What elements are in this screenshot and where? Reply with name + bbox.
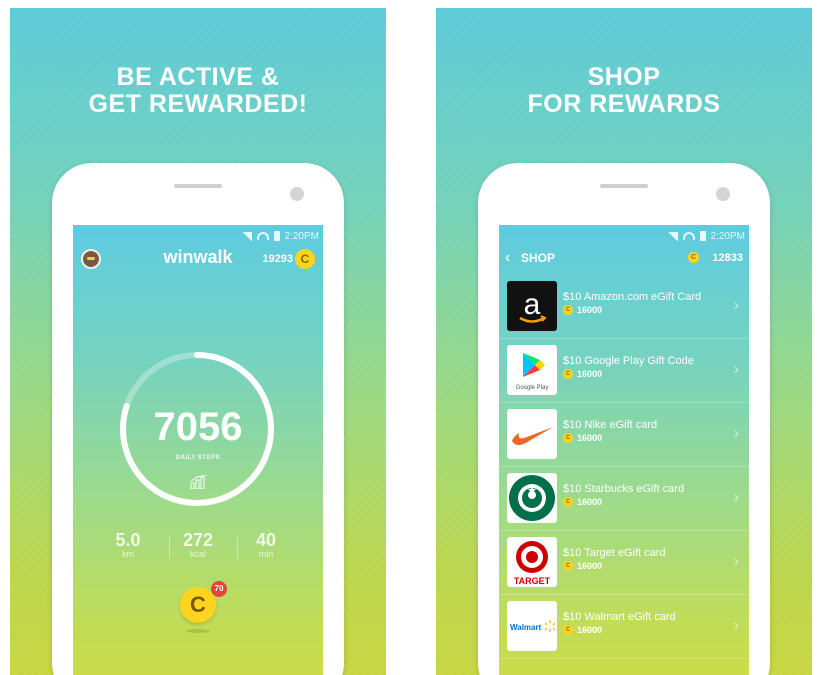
svg-text:Google Play: Google Play [516,385,549,391]
price-value: 16000 [577,497,603,507]
battery-icon [273,231,280,241]
headline-line-1: SHOP [587,63,661,91]
wifi-icon [256,232,269,240]
reward-title: $10 Nike eGift card [563,419,658,431]
svg-text:TARGET: TARGET [514,576,551,586]
wifi-icon [682,232,695,240]
reward-price: C 16000 [563,561,602,571]
reward-price: C 16000 [563,625,602,635]
status-time: 2:20PM [284,230,319,242]
reward-item-nike[interactable]: $10 Nike eGift card C 16000 › [499,403,749,467]
stat-value: 40 [255,530,277,550]
google-play-logo: Google Play [507,345,557,395]
reward-title: $10 Google Play Gift Code [563,355,694,367]
target-logo: TARGET [507,537,557,587]
status-bar: 2:20PM [241,229,319,243]
speaker-grille [600,184,648,188]
coin-icon: C [563,561,573,571]
price-value: 16000 [577,625,603,635]
reward-item-walmart[interactable]: Walmart $10 Walmart eGift card C 16000 › [499,595,749,659]
coin-balance: 12833 [712,252,743,264]
reward-price: C 16000 [563,369,602,379]
reward-price: C 16000 [563,497,602,507]
phone-frame: 2:20PM winwalk 19293 C 7056 DAILY STEPS … [52,163,344,675]
history-chart-icon[interactable] [190,475,208,489]
claim-coins-button[interactable]: C [180,587,216,623]
reward-item-google-play[interactable]: Google Play $10 Google Play Gift Code C … [499,339,749,403]
camera-icon [716,187,730,201]
coin-icon: C [563,625,573,635]
reward-list: a $10 Amazon.com eGift Card C 16000 › Go… [499,275,749,659]
coin-icon[interactable]: C [295,249,315,269]
reward-item-starbucks[interactable]: $10 Starbucks eGift card C 16000 › [499,467,749,531]
claim-count-badge: 70 [211,581,227,597]
price-value: 16000 [577,305,603,315]
chevron-right-icon: › [733,361,739,378]
chevron-right-icon: › [733,297,739,314]
svg-text:a: a [524,288,541,321]
reward-title: $10 Target eGift card [563,547,666,559]
price-value: 16000 [577,561,603,571]
back-chevron-icon[interactable]: ‹ [505,249,510,267]
activity-screen: 2:20PM winwalk 19293 C 7056 DAILY STEPS … [73,225,323,675]
chevron-right-icon: › [733,425,739,442]
phone-frame: 2:20PM ‹ SHOP C 12833 a $10 Amazon.com e… [478,163,770,675]
coin-icon: C [563,497,573,507]
status-bar: 2:20PM [667,229,745,243]
coin-icon: C [563,369,573,379]
coin-icon: C [563,305,573,315]
battery-icon [699,231,706,241]
daily-steps-label: DAILY STEPS [175,455,221,461]
amazon-logo: a [507,281,557,331]
stat-value: 272 [182,530,214,550]
coin-icon: C [563,433,573,443]
reward-price: C 16000 [563,433,602,443]
coin-icon: C [688,252,699,263]
shop-screen: 2:20PM ‹ SHOP C 12833 a $10 Amazon.com e… [499,225,749,675]
status-time: 2:20PM [710,230,745,242]
reward-title: $10 Starbucks eGift card [563,483,685,495]
stat-calories: 272 kcal [163,530,233,559]
promo-panel-activity: BE ACTIVE & GET REWARDED! 2:20PM winwalk… [10,8,386,675]
stat-distance: 5.0 km [93,530,163,559]
stat-unit: min [258,549,274,559]
headline-line-2: FOR REWARDS [527,90,721,118]
camera-icon [290,187,304,201]
stat-value: 5.0 [115,530,141,550]
nike-logo [507,409,557,459]
signal-icon [667,231,678,241]
button-shadow [186,629,210,633]
starbucks-logo [507,473,557,523]
price-value: 16000 [577,433,603,443]
stat-unit: km [122,549,134,559]
stat-minutes: 40 min [231,530,301,559]
price-value: 16000 [577,369,603,379]
reward-item-target[interactable]: TARGET $10 Target eGift card C 16000 › [499,531,749,595]
chevron-right-icon: › [733,553,739,570]
promo-panel-shop: SHOP FOR REWARDS 2:20PM ‹ SHOP C 12833 a [436,8,812,675]
walmart-logo: Walmart [507,601,557,651]
stat-unit: kcal [189,549,206,559]
reward-price: C 16000 [563,305,602,315]
reward-title: $10 Walmart eGift card [563,611,676,623]
chevron-right-icon: › [733,617,739,634]
svg-text:Walmart: Walmart [510,623,542,632]
headline-line-2: GET REWARDED! [88,90,308,118]
daily-steps-value: 7056 [153,405,243,449]
chevron-right-icon: › [733,489,739,506]
reward-item-amazon[interactable]: a $10 Amazon.com eGift Card C 16000 › [499,275,749,339]
signal-icon [241,231,252,241]
shop-title[interactable]: SHOP [521,251,555,265]
headline-line-1: BE ACTIVE & [116,63,280,91]
reward-title: $10 Amazon.com eGift Card [563,291,702,303]
coin-balance: 19293 [262,253,293,265]
speaker-grille [174,184,222,188]
